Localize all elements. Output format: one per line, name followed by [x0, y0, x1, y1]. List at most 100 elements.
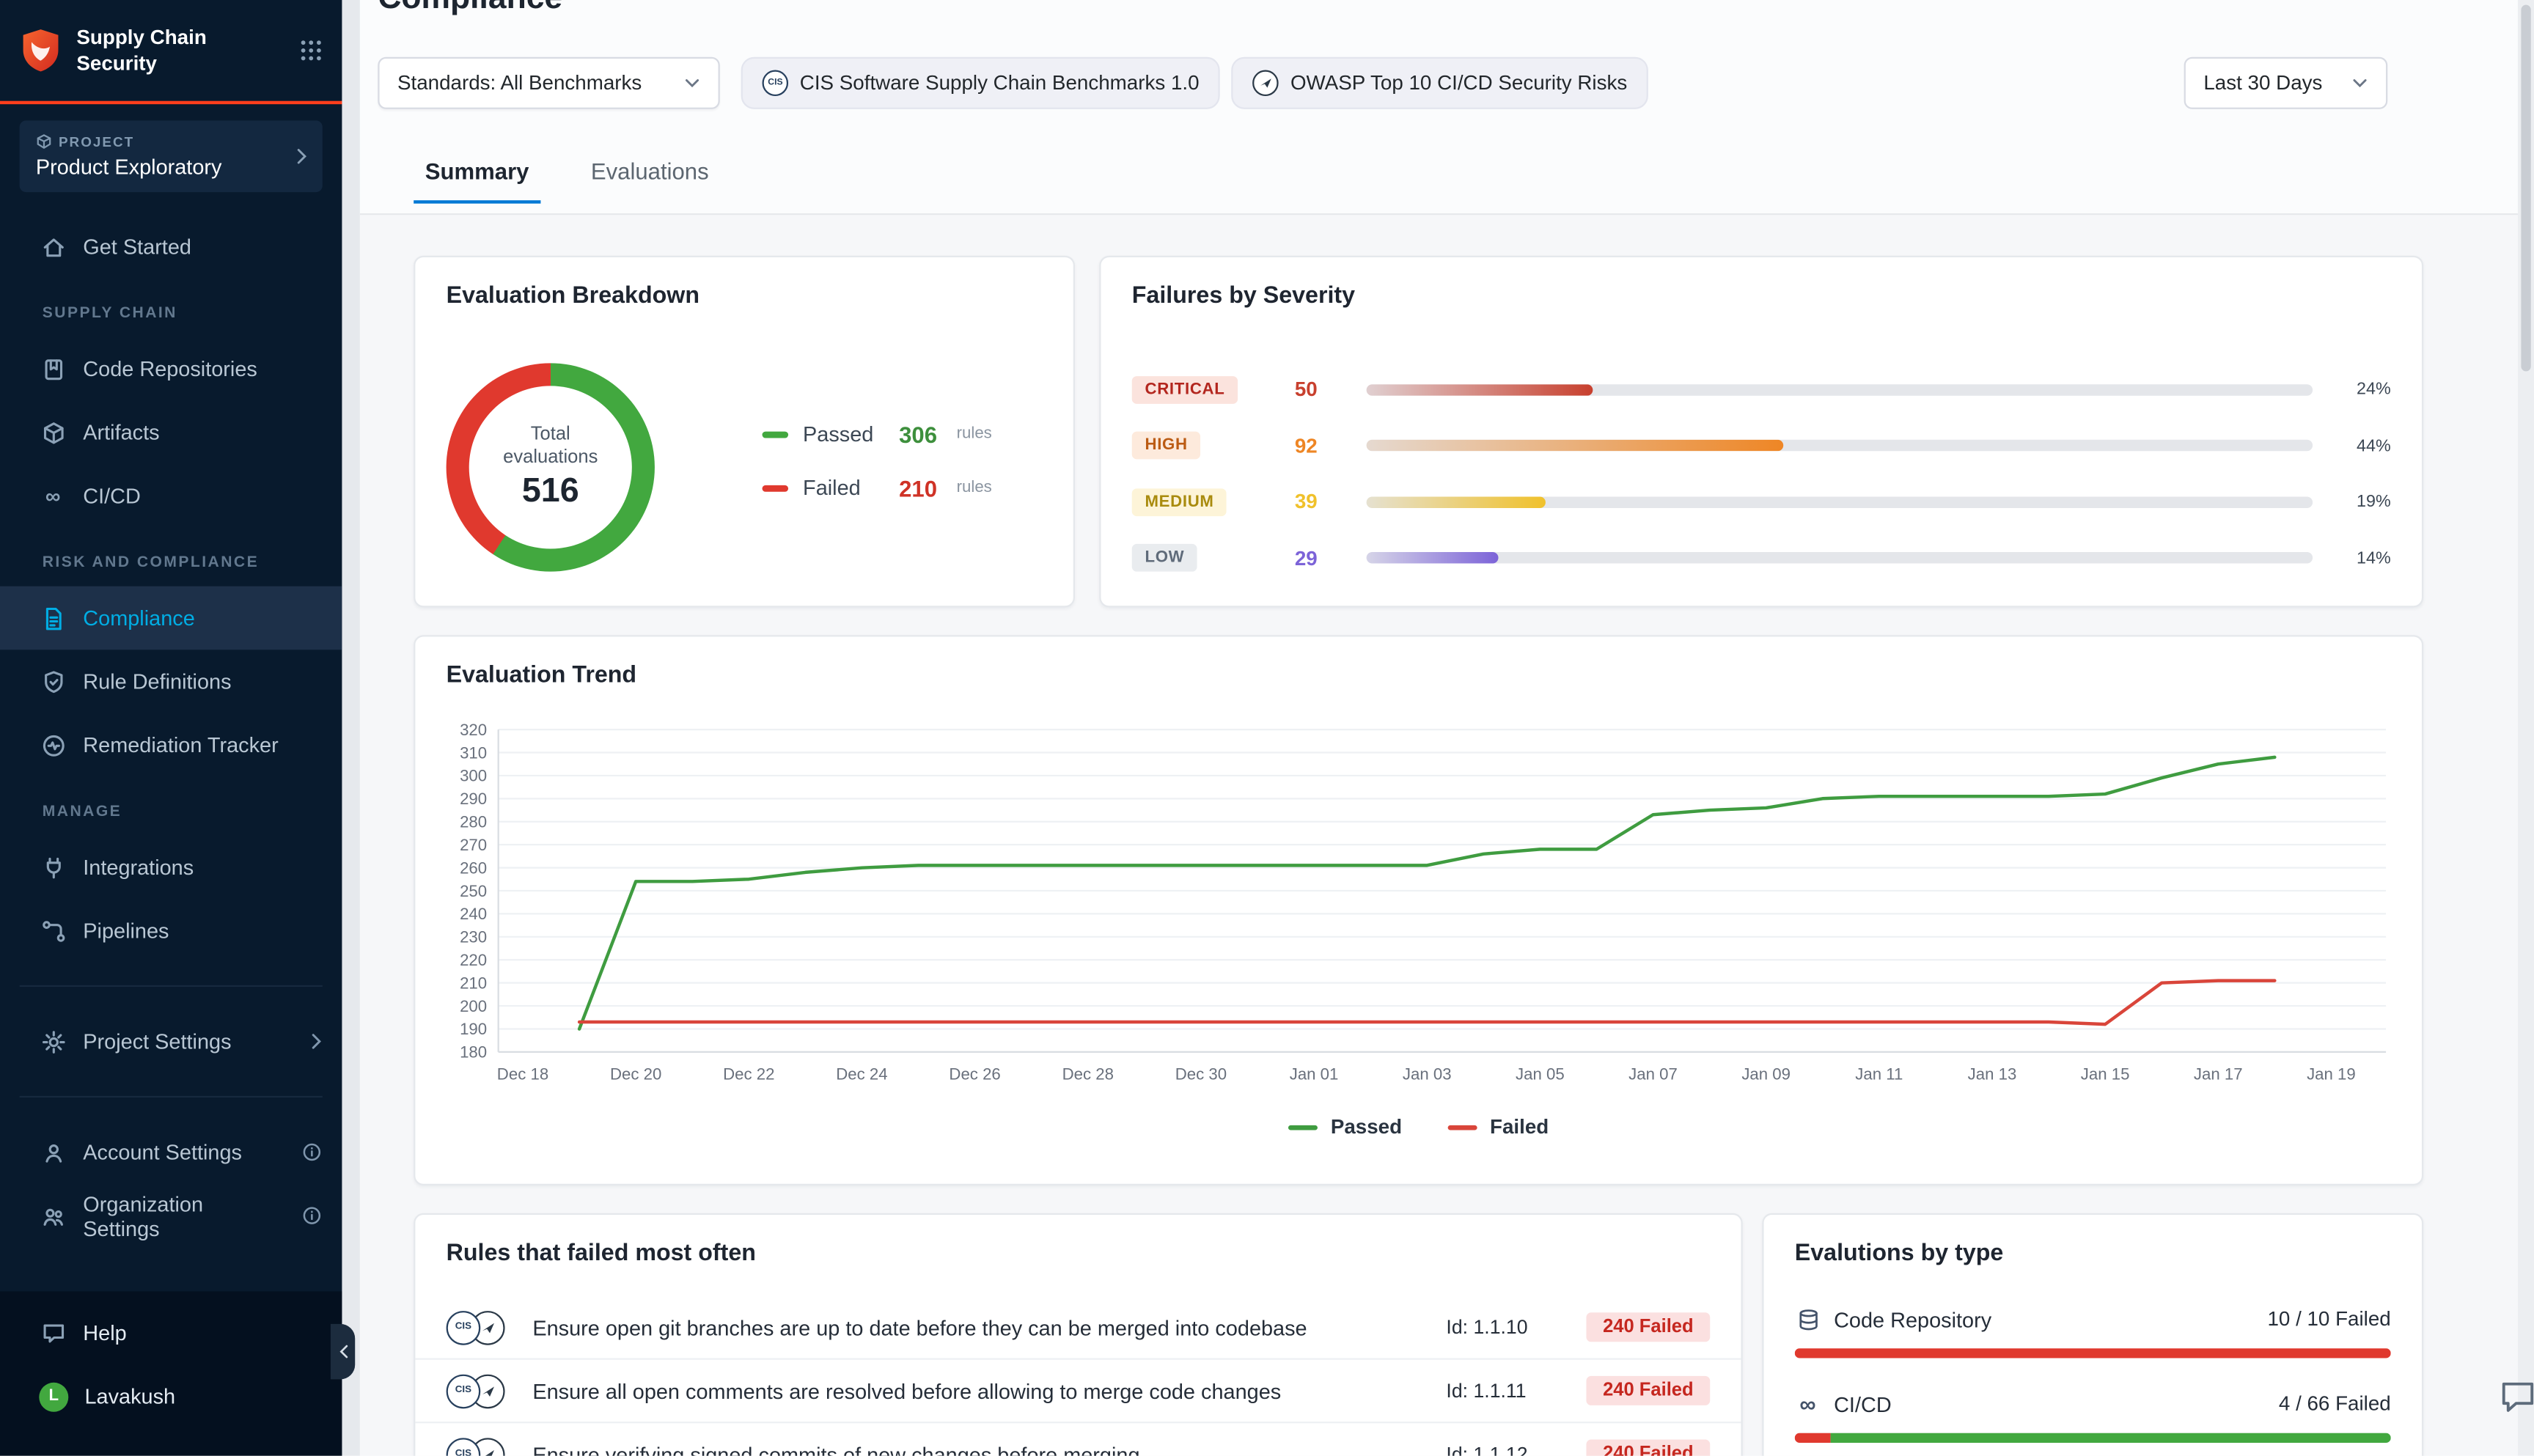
- failed-count-badge: 240 Failed: [1586, 1440, 1710, 1456]
- sidebar-item-integrations[interactable]: Integrations: [0, 835, 342, 899]
- passed-swatch: [763, 431, 789, 438]
- type-row-cicd: ∞ CI/CD 4 / 66 Failed: [1795, 1391, 2391, 1417]
- sidebar-item-remediation-tracker[interactable]: Remediation Tracker: [0, 713, 342, 777]
- card-title: Failures by Severity: [1132, 283, 1355, 309]
- pipeline-icon: [39, 917, 67, 945]
- package-icon: [39, 419, 67, 446]
- severity-percent: 19%: [2313, 492, 2391, 512]
- chat-widget-button[interactable]: [2497, 1376, 2534, 1419]
- standards-filter-label: Standards: All Benchmarks: [397, 72, 642, 95]
- svg-text:290: 290: [460, 790, 487, 808]
- cis-icon: CIS: [447, 1374, 481, 1408]
- info-icon[interactable]: [301, 1205, 323, 1227]
- card-title: Evaluation Trend: [447, 663, 637, 689]
- sidebar-footer: Help L Lavakush: [0, 1291, 342, 1455]
- main-content: Compliance Standards: All Benchmarks CIS…: [360, 0, 2518, 1456]
- sidebar-item-pipelines[interactable]: Pipelines: [0, 899, 342, 963]
- passed-value: 306: [899, 421, 937, 447]
- benchmark-chip-owasp[interactable]: OWASP Top 10 CI/CD Security Risks: [1232, 57, 1648, 109]
- sidebar-divider: [20, 985, 323, 987]
- standards-filter-dropdown[interactable]: Standards: All Benchmarks: [378, 57, 720, 109]
- failed-line-swatch: [1447, 1125, 1477, 1130]
- severity-percent: 24%: [2313, 380, 2391, 400]
- info-icon[interactable]: [301, 1141, 323, 1163]
- sidebar-item-artifacts[interactable]: Artifacts: [0, 400, 342, 464]
- infinity-icon: ∞: [39, 482, 67, 510]
- tab-evaluations[interactable]: Evaluations: [579, 158, 720, 203]
- sidebar-item-compliance[interactable]: Compliance: [0, 587, 342, 650]
- gear-icon: [39, 1028, 67, 1056]
- scrollbar-thumb[interactable]: [2521, 5, 2530, 372]
- sidebar-item-organization-settings[interactable]: Organization Settings: [0, 1184, 342, 1248]
- sidebar-item-label: Rule Definitions: [83, 669, 231, 694]
- main-scrollbar[interactable]: [2518, 0, 2534, 1456]
- sidebar-item-project-settings[interactable]: Project Settings: [0, 1010, 342, 1073]
- sidebar: Supply Chain Security PROJECT: [0, 0, 342, 1456]
- rule-row[interactable]: CIS Ensure open git branches are up to d…: [415, 1296, 1741, 1358]
- severity-count: 39: [1295, 490, 1367, 513]
- sidebar-item-get-started[interactable]: Get Started: [0, 215, 342, 279]
- tab-summary[interactable]: Summary: [414, 158, 540, 203]
- card-title: Rules that failed most often: [447, 1241, 756, 1268]
- legend-failed: Failed: [1447, 1116, 1549, 1139]
- sidebar-item-label: Remediation Tracker: [83, 733, 278, 757]
- sidebar-item-code-repositories[interactable]: Code Repositories: [0, 337, 342, 401]
- sidebar-item-label: CI/CD: [83, 484, 141, 508]
- user-menu[interactable]: L Lavakush: [0, 1364, 342, 1428]
- svg-text:Dec 24: Dec 24: [836, 1065, 887, 1084]
- sidebar-item-account-settings[interactable]: Account Settings: [0, 1120, 342, 1184]
- apps-grid-icon[interactable]: [300, 39, 323, 62]
- severity-badge: CRITICAL: [1132, 376, 1238, 404]
- project-selector[interactable]: PROJECT Product Exploratory: [20, 120, 323, 192]
- svg-text:Dec 26: Dec 26: [949, 1065, 1000, 1084]
- sidebar-section-risk-and-compliance: RISK AND COMPLIANCE: [0, 528, 342, 587]
- svg-text:250: 250: [460, 882, 487, 900]
- benchmark-chip-cis[interactable]: CIS CIS Software Supply Chain Benchmarks…: [741, 57, 1221, 109]
- avatar: L: [39, 1382, 68, 1411]
- svg-text:Jan 05: Jan 05: [1516, 1065, 1565, 1084]
- remediation-pulse-icon: [39, 731, 67, 759]
- user-icon: [39, 1139, 67, 1166]
- tab-bar: Summary Evaluations: [414, 158, 720, 203]
- rules-failed-card: Rules that failed most often CIS Ensure …: [414, 1213, 1742, 1456]
- cis-icon: CIS: [763, 70, 789, 97]
- card-title: Evaluation Breakdown: [447, 283, 699, 309]
- svg-text:Dec 18: Dec 18: [497, 1065, 548, 1084]
- sidebar-divider: [20, 1096, 323, 1097]
- svg-text:Jan 11: Jan 11: [1855, 1065, 1903, 1084]
- help-label: Help: [83, 1320, 126, 1345]
- sidebar-item-rule-definitions[interactable]: Rule Definitions: [0, 650, 342, 713]
- svg-text:Jan 09: Jan 09: [1741, 1065, 1791, 1084]
- help-button[interactable]: Help: [0, 1301, 342, 1365]
- severity-row-high: HIGH 92 44%: [1132, 418, 2391, 474]
- severity-badge: HIGH: [1132, 432, 1201, 460]
- svg-text:320: 320: [460, 721, 487, 739]
- users-icon: [39, 1202, 67, 1229]
- rule-id: Id: 1.1.11: [1446, 1379, 1573, 1402]
- total-evaluations-value: 516: [522, 473, 579, 512]
- sidebar-nav: Get Started SUPPLY CHAIN Code Repositori…: [0, 192, 342, 1247]
- date-range-dropdown[interactable]: Last 30 Days: [2184, 57, 2388, 109]
- severity-count: 92: [1295, 435, 1367, 457]
- severity-row-critical: CRITICAL 50 24%: [1132, 361, 2391, 418]
- svg-text:Dec 28: Dec 28: [1062, 1065, 1114, 1084]
- sidebar-item-label: Get Started: [83, 235, 191, 259]
- evaluations-donut-chart: Total evaluations 516: [447, 363, 655, 571]
- cis-icon: CIS: [447, 1310, 481, 1345]
- sidebar-header: Supply Chain Security: [0, 0, 342, 104]
- severity-count: 29: [1295, 547, 1367, 570]
- severity-bar: [1367, 496, 2313, 508]
- svg-text:180: 180: [460, 1043, 487, 1062]
- svg-text:Dec 20: Dec 20: [610, 1065, 661, 1084]
- rules-list: CIS Ensure open git branches are up to d…: [415, 1296, 1741, 1456]
- severity-badge: MEDIUM: [1132, 488, 1227, 516]
- rule-row[interactable]: CIS Ensure verifying signed commits of n…: [415, 1422, 1741, 1456]
- home-icon: [39, 233, 67, 261]
- evaluations-by-type-card: Evalutions by type Code Repository 10 / …: [1762, 1213, 2423, 1456]
- sidebar-collapse-button[interactable]: [331, 1324, 355, 1380]
- sidebar-item-cicd[interactable]: ∞ CI/CD: [0, 464, 342, 528]
- app-logo-shield-icon: [20, 28, 62, 73]
- evaluation-trend-card: Evaluation Trend 32031030029028027026025…: [414, 635, 2423, 1185]
- sidebar-section-manage: MANAGE: [0, 777, 342, 836]
- rule-row[interactable]: CIS Ensure all open comments are resolve…: [415, 1358, 1741, 1422]
